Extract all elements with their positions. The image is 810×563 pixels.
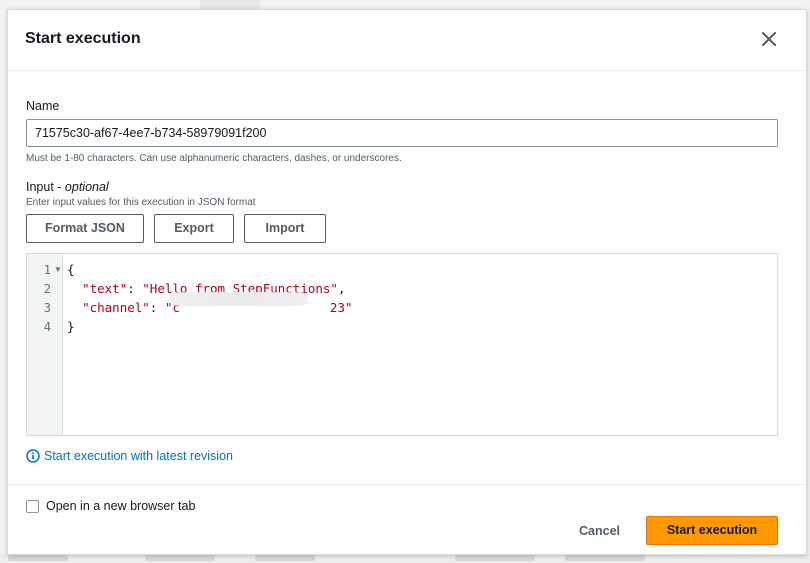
start-execution-modal: Start execution Name Must be 1-80 charac… [7, 9, 807, 555]
fold-arrow-icon[interactable]: ▼ [54, 265, 62, 274]
modal-title: Start execution [25, 30, 141, 47]
latest-revision-link[interactable]: Start execution with latest revision [26, 449, 233, 463]
input-label-text: Input - [26, 180, 65, 194]
backdrop-text [145, 555, 215, 561]
redaction-blur [170, 292, 308, 306]
backdrop-text [565, 555, 645, 561]
json-editor[interactable]: 1 ▼ 2 3 4 { "text": "Hello from StepFunc… [26, 253, 778, 436]
code-line: } [67, 319, 75, 334]
editor-gutter: 1 ▼ 2 3 4 [27, 254, 63, 435]
new-tab-label[interactable]: Open in a new browser tab [46, 499, 195, 513]
name-hint: Must be 1-80 characters. Can use alphanu… [26, 153, 402, 164]
code-token: 23" [329, 300, 353, 315]
line-number: 4 [43, 320, 51, 334]
new-tab-checkbox[interactable] [26, 500, 39, 513]
code-token: : [149, 300, 165, 315]
backdrop-text [455, 555, 535, 561]
line-number: 1 [43, 263, 51, 277]
line-number: 2 [43, 282, 51, 296]
export-button[interactable]: Export [154, 214, 234, 243]
code-token: } [67, 319, 75, 334]
latest-revision-text[interactable]: Start execution with latest revision [44, 449, 233, 463]
modal-header: Start execution [8, 10, 806, 71]
input-hint: Enter input values for this execution in… [26, 197, 256, 208]
close-icon [762, 32, 776, 46]
code-token: , [337, 281, 346, 296]
code-token: "channel" [82, 300, 150, 315]
cancel-button[interactable]: Cancel [579, 524, 620, 538]
input-label-optional: optional [64, 180, 109, 194]
start-execution-button[interactable]: Start execution [646, 516, 778, 545]
code-line: { [67, 262, 75, 277]
close-button[interactable] [760, 30, 778, 48]
line-number: 3 [43, 301, 51, 315]
import-button[interactable]: Import [244, 214, 326, 243]
format-json-button[interactable]: Format JSON [26, 214, 144, 243]
backdrop-text [8, 555, 68, 561]
info-icon [26, 449, 40, 463]
input-label: Input - optional [26, 180, 109, 194]
code-token: { [67, 262, 75, 277]
name-input[interactable] [26, 119, 778, 147]
code-token: : [127, 281, 143, 296]
backdrop-text [255, 555, 315, 561]
name-label: Name [26, 99, 60, 113]
footer-divider [8, 484, 806, 485]
code-token: "text" [82, 281, 128, 296]
